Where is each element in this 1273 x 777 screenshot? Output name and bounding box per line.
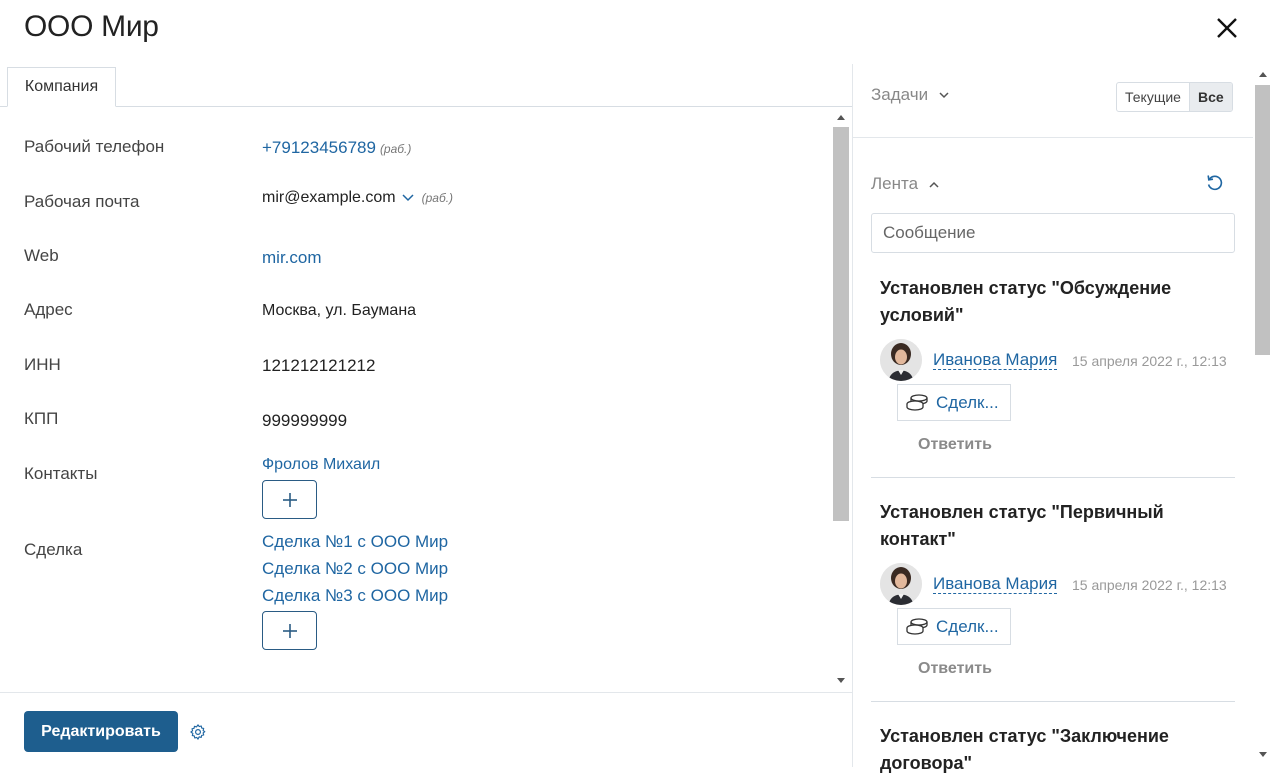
tasks-divider (853, 137, 1253, 138)
web-link[interactable]: mir.com (262, 248, 322, 268)
attachment-label: Сделк... (936, 617, 999, 636)
post-divider (871, 477, 1235, 478)
close-icon[interactable] (1213, 14, 1241, 42)
post-time: 15 апреля 2022 г., 12:13 (1072, 577, 1227, 593)
work-phone-label: Рабочий телефон (24, 137, 165, 156)
add-contact-button[interactable] (262, 480, 317, 519)
deals-label: Сделка (24, 540, 83, 559)
deal-attachment[interactable]: Сделк... (897, 384, 1011, 421)
gear-icon[interactable] (189, 723, 207, 741)
coins-stack-icon (906, 618, 928, 635)
chevron-down-icon (939, 92, 949, 99)
post-time: 15 апреля 2022 г., 12:13 (1072, 353, 1227, 369)
attachment-label: Сделк... (936, 393, 999, 412)
feed-header[interactable]: Лента (871, 174, 939, 194)
post-title: Установлен статус "Первичный контакт" (880, 502, 1164, 549)
work-email-field: mir@example.com (раб.) (262, 189, 453, 207)
plus-icon (283, 624, 297, 638)
work-email-label: Рабочая почта (24, 192, 140, 211)
post-title: Установлен статус "Заключение договора" (880, 726, 1169, 773)
post-divider (871, 701, 1235, 702)
author-link[interactable]: Иванова Мария (933, 574, 1058, 594)
work-phone-hint: (раб.) (379, 142, 412, 156)
avatar[interactable] (880, 339, 922, 381)
deal-attachment[interactable]: Сделк... (897, 608, 1011, 645)
plus-icon (283, 493, 297, 507)
address-label: Адрес (24, 300, 73, 319)
filter-current[interactable]: Текущие (1117, 83, 1189, 111)
footer-divider (0, 692, 852, 693)
scroll-up-arrow[interactable] (837, 115, 845, 120)
inn-value: 121212121212 (262, 356, 376, 375)
address-value: Москва, ул. Баумана (262, 302, 417, 319)
chevron-down-icon[interactable] (402, 194, 414, 202)
post-title: Установлен статус "Обсуждение условий" (880, 278, 1172, 325)
work-email-hint: (раб.) (421, 191, 454, 205)
tasks-filter-toggle: Текущие Все (1116, 82, 1233, 112)
refresh-icon[interactable] (1205, 173, 1225, 193)
coins-stack-icon (906, 394, 928, 411)
edit-button[interactable]: Редактировать (24, 711, 178, 752)
contact-link[interactable]: Фролов Михаил (262, 456, 380, 474)
scroll-down-arrow[interactable] (837, 678, 845, 683)
reply-button[interactable]: Ответить (918, 660, 992, 678)
work-email-value: mir@example.com (262, 189, 396, 206)
deal-link[interactable]: Сделка №3 с ООО Мир (262, 586, 448, 606)
feed-title: Лента (871, 174, 919, 193)
tasks-header[interactable]: Задачи (871, 85, 949, 105)
reply-button[interactable]: Ответить (918, 436, 992, 454)
tasks-title: Задачи (871, 85, 929, 104)
deal-link[interactable]: Сделка №1 с ООО Мир (262, 532, 448, 552)
tab-company[interactable]: Компания (7, 67, 116, 107)
avatar-image (880, 563, 922, 605)
tab-divider (0, 106, 852, 107)
panel-divider (852, 64, 853, 767)
right-scrollbar-thumb[interactable] (1255, 85, 1270, 355)
avatar-image (880, 339, 922, 381)
avatar[interactable] (880, 563, 922, 605)
page-title: ООО Мир (24, 10, 159, 43)
kpp-label: КПП (24, 409, 59, 428)
work-phone-link[interactable]: +79123456789 (262, 138, 376, 157)
add-deal-button[interactable] (262, 611, 317, 650)
scroll-down-arrow[interactable] (1259, 752, 1267, 757)
message-input[interactable] (871, 213, 1235, 253)
chevron-up-icon (929, 181, 939, 188)
scroll-up-arrow[interactable] (1259, 72, 1267, 77)
filter-all[interactable]: Все (1188, 83, 1232, 111)
kpp-value: 999999999 (262, 411, 348, 430)
web-label: Web (24, 246, 59, 265)
contacts-label: Контакты (24, 464, 98, 483)
left-scrollbar-thumb[interactable] (833, 127, 849, 521)
work-phone-field: +79123456789 (раб.) (262, 138, 411, 158)
deal-link[interactable]: Сделка №2 с ООО Мир (262, 559, 448, 579)
inn-label: ИНН (24, 355, 61, 374)
author-link[interactable]: Иванова Мария (933, 350, 1058, 370)
